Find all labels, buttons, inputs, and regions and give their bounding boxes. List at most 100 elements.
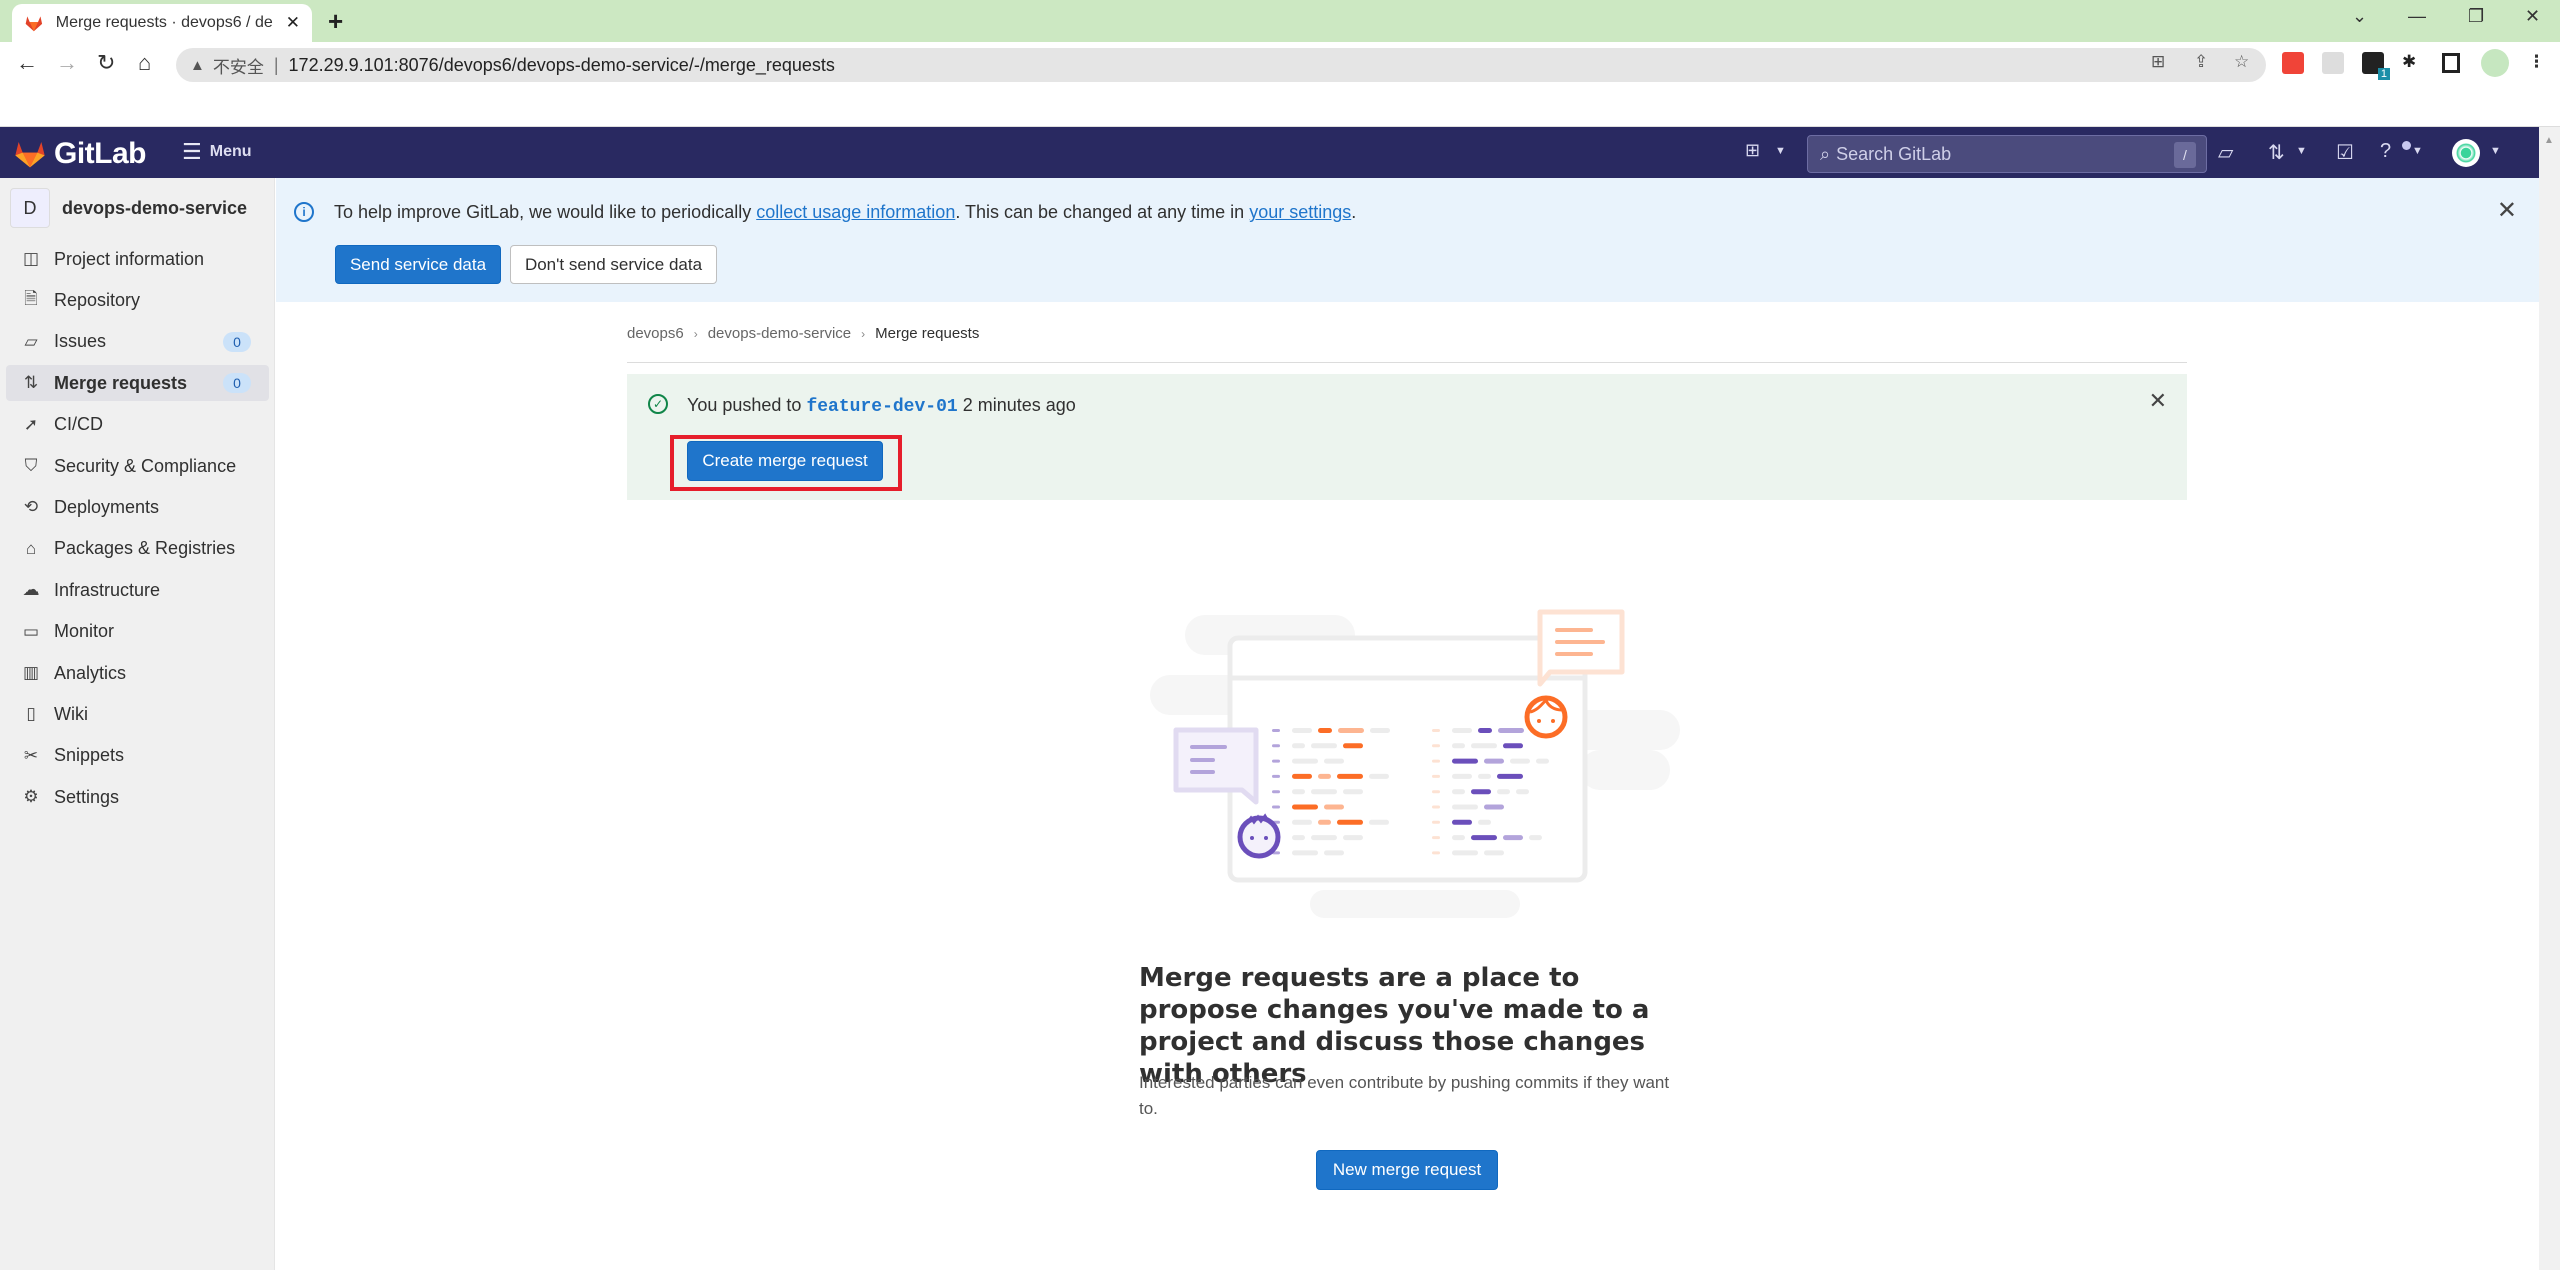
- home-icon[interactable]: ⌂: [138, 50, 151, 76]
- code-token: [1452, 819, 1472, 825]
- gitlab-logo[interactable]: GitLab: [14, 137, 147, 171]
- vertical-scrollbar[interactable]: ▲: [2539, 127, 2560, 1270]
- branch-name[interactable]: feature-dev-01: [806, 397, 957, 417]
- sidebar-item-monitor[interactable]: ▭ Monitor: [6, 614, 269, 650]
- issues-icon: ▱: [24, 331, 38, 351]
- collect-usage-link[interactable]: collect usage information: [756, 202, 955, 222]
- extensions-puzzle-icon[interactable]: ✱: [2402, 52, 2416, 72]
- code-token: [1292, 819, 1312, 825]
- help-icon[interactable]: ?: [2380, 140, 2391, 163]
- sidebar-item-label: Wiki: [54, 703, 88, 724]
- code-token: [1452, 728, 1472, 733]
- code-token: [1337, 819, 1363, 825]
- new-tab-icon[interactable]: +: [328, 6, 343, 37]
- create-new-icon[interactable]: ⊞: [1745, 140, 1760, 161]
- todo-icon[interactable]: ☑: [2336, 140, 2354, 165]
- dont-send-service-data-button[interactable]: Don't send service data: [510, 245, 717, 284]
- code-token: [1318, 773, 1331, 779]
- project-header[interactable]: D devops-demo-service: [10, 188, 247, 228]
- send-service-data-button[interactable]: Send service data: [335, 245, 501, 284]
- sidebar-item-merge-requests[interactable]: ⇅ Merge requests 0: [6, 365, 269, 402]
- forward-icon[interactable]: →: [56, 50, 78, 76]
- share-icon[interactable]: ⇪: [2194, 52, 2208, 72]
- gear-icon: ⚙: [23, 787, 39, 807]
- banner-message: To help improve GitLab, we would like to…: [334, 202, 1356, 223]
- scroll-up-icon[interactable]: ▲: [2544, 135, 2554, 146]
- code-line-number: [1432, 729, 1440, 732]
- sidebar-item-project-information[interactable]: ◫ Project information: [6, 241, 269, 277]
- chevron-down-icon[interactable]: ▼: [1775, 145, 1786, 157]
- extension-dictionary-icon[interactable]: 1: [2362, 52, 2390, 80]
- sidebar-item-ci-cd[interactable]: ➚ CI/CD: [6, 407, 269, 443]
- bookmark-star-icon[interactable]: ☆: [2234, 52, 2249, 72]
- check-circle-icon: ✓: [648, 394, 668, 414]
- minimize-icon[interactable]: —: [2408, 6, 2426, 27]
- new-merge-request-button[interactable]: New merge request: [1316, 1150, 1498, 1190]
- browser-window-shape: [1227, 635, 1588, 883]
- code-token: [1529, 835, 1542, 841]
- profile-icon[interactable]: [2481, 49, 2509, 77]
- search-box[interactable]: ⌕ /: [1807, 135, 2207, 173]
- sidebar-item-security-compliance[interactable]: ⛉ Security & Compliance: [6, 448, 269, 484]
- code-token: [1471, 789, 1491, 795]
- tab-close-icon[interactable]: ✕: [286, 13, 300, 33]
- extension-notes-icon[interactable]: [2282, 52, 2304, 74]
- chevron-down-icon[interactable]: ▼: [2490, 145, 2501, 157]
- code-token: [1452, 758, 1478, 764]
- your-settings-link[interactable]: your settings: [1249, 202, 1351, 222]
- browser-tab[interactable]: Merge requests · devops6 / de ✕: [12, 4, 312, 42]
- breadcrumb-group[interactable]: devops6: [627, 325, 684, 342]
- sidebar-item-packages-registries[interactable]: ⌂ Packages & Registries: [6, 531, 269, 567]
- extension-download-icon[interactable]: [2322, 52, 2344, 74]
- code-line-number: [1272, 790, 1280, 794]
- browser-tab-bar: Merge requests · devops6 / de ✕ + ⌄ — ❐ …: [0, 0, 2560, 42]
- merge-request-icon[interactable]: ⇅: [2268, 140, 2285, 165]
- sidebar-item-issues[interactable]: ▱ Issues 0: [6, 324, 269, 360]
- user-avatar[interactable]: [2452, 139, 2480, 167]
- insecure-label: 不安全: [212, 57, 264, 77]
- code-token: [1452, 743, 1465, 749]
- sidebar-item-settings[interactable]: ⚙ Settings: [6, 779, 269, 815]
- reload-icon[interactable]: ↻: [97, 50, 115, 76]
- merge-requests-illustration: [1150, 609, 1680, 918]
- tab-search-icon[interactable]: ⌄: [2352, 6, 2367, 27]
- menu-button[interactable]: ☰ Menu: [182, 139, 252, 165]
- code-token: [1292, 758, 1318, 764]
- chart-icon: ▥: [22, 663, 40, 682]
- chevron-down-icon[interactable]: ▼: [2296, 145, 2307, 157]
- code-line-number: [1432, 759, 1440, 763]
- chevron-down-icon[interactable]: ▼: [2412, 145, 2423, 157]
- close-alert-icon[interactable]: ✕: [2149, 388, 2167, 414]
- restore-icon[interactable]: ❐: [2468, 6, 2484, 27]
- address-bar-row: ← → ↻ ⌂ ▲ 不安全 | 172.29.9.101:8076/devops…: [0, 42, 2560, 88]
- search-input[interactable]: [1836, 143, 2157, 165]
- sidebar-item-label: Packages & Registries: [54, 538, 236, 559]
- sidebar-item-repository[interactable]: 🗎 Repository: [6, 282, 269, 318]
- menu-label: Menu: [209, 143, 252, 160]
- code-token: [1324, 804, 1344, 810]
- count-badge: 0: [223, 331, 251, 352]
- back-icon[interactable]: ←: [16, 50, 38, 76]
- address-bar[interactable]: ▲ 不安全 | 172.29.9.101:8076/devops6/devops…: [176, 48, 2266, 82]
- sidebar-item-label: Repository: [54, 289, 141, 310]
- monitor-icon: ▭: [22, 621, 40, 641]
- close-banner-icon[interactable]: ✕: [2497, 196, 2517, 225]
- browser-menu-icon[interactable]: ⋮: [2528, 52, 2545, 72]
- sidebar-item-analytics[interactable]: ▥ Analytics: [6, 655, 269, 691]
- extension-badge: 1: [2377, 68, 2390, 80]
- sidebar-item-label: Settings: [54, 786, 120, 807]
- issues-icon[interactable]: ▱: [2218, 140, 2233, 165]
- translate-icon[interactable]: ⊞: [2151, 52, 2165, 72]
- code-token: [1484, 804, 1504, 810]
- sidebar-item-deployments[interactable]: ⟲ Deployments: [6, 489, 269, 525]
- window-close-icon[interactable]: ✕: [2525, 6, 2540, 27]
- side-panel-icon[interactable]: [2442, 53, 2460, 73]
- sidebar-item-infrastructure[interactable]: ☁ Infrastructure: [6, 572, 269, 608]
- breadcrumb-project[interactable]: devops-demo-service: [708, 325, 851, 342]
- sidebar-item-snippets[interactable]: ✂ Snippets: [6, 738, 269, 774]
- sidebar-item-wiki[interactable]: ▯ Wiki: [6, 696, 269, 732]
- code-token: [1503, 743, 1523, 749]
- project-sidebar: D devops-demo-service ◫ Project informati…: [0, 178, 275, 1270]
- gitlab-favicon-icon: [25, 16, 43, 32]
- code-line-number: [1432, 744, 1440, 748]
